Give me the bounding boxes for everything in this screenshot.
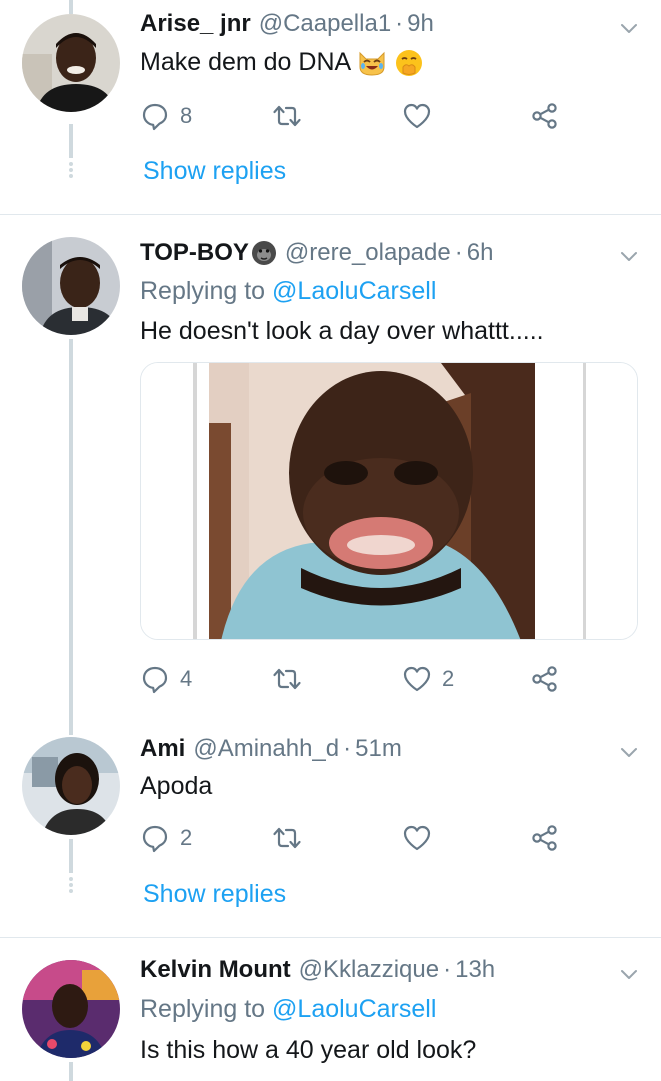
like-count: 2	[442, 666, 455, 691]
retweet-button[interactable]	[272, 818, 302, 858]
chevron-down-icon[interactable]	[619, 18, 639, 38]
thread-line	[69, 839, 73, 873]
like-button[interactable]	[402, 818, 432, 858]
thread-line	[69, 1062, 73, 1081]
reply-icon	[140, 823, 170, 853]
like-icon	[402, 101, 432, 131]
share-icon	[530, 823, 560, 853]
avatar[interactable]	[22, 737, 120, 835]
display-name[interactable]: Arise_ jnr	[140, 10, 251, 38]
media-image[interactable]	[141, 363, 638, 640]
user-handle[interactable]: @rere_olapade	[285, 239, 451, 267]
display-name[interactable]: Kelvin Mount	[140, 956, 291, 984]
mention-link[interactable]: @LaoluCarsell	[272, 995, 436, 1023]
replying-to-label: Replying to	[140, 995, 266, 1023]
tweet-text: Apoda	[140, 772, 213, 800]
tweet-kelvin-mount[interactable]: Kelvin Mount @Kklazzique · 13h Replying …	[0, 938, 661, 1081]
dot-separator: ·	[343, 735, 352, 762]
tweet-actions: 8	[140, 96, 570, 136]
retweet-button[interactable]	[272, 96, 302, 136]
like-button[interactable]: 2	[402, 659, 454, 699]
display-name[interactable]: TOP-BOY	[140, 239, 249, 267]
retweet-icon	[272, 101, 302, 131]
retweet-icon	[272, 823, 302, 853]
like-icon	[402, 823, 432, 853]
tweet-ami[interactable]: Ami @Aminahh_d · 51m Apoda 2 Show replie…	[0, 715, 661, 937]
avatar[interactable]	[22, 14, 120, 112]
replying-to: Replying to @LaoluCarsell	[140, 995, 436, 1024]
gorilla-emoji	[251, 241, 276, 265]
thread-line	[69, 124, 73, 158]
media-card[interactable]	[140, 362, 638, 640]
tweet-header: Arise_ jnr @Caapella1 · 9h	[140, 10, 611, 38]
share-icon	[530, 101, 560, 131]
reply-count: 4	[180, 666, 193, 691]
user-handle[interactable]: @Aminahh_d	[193, 735, 339, 763]
share-button[interactable]	[530, 818, 560, 858]
tweet-text: He doesn't look a day over whattt.....	[140, 317, 544, 345]
thread-line-top	[69, 0, 73, 14]
cat-joy-emoji	[359, 52, 385, 76]
share-button[interactable]	[530, 659, 560, 699]
thread-dots	[68, 875, 74, 895]
avatar[interactable]	[22, 960, 120, 1058]
thread-dots	[68, 160, 74, 180]
retweet-icon	[272, 664, 302, 694]
display-name[interactable]: Ami	[140, 735, 185, 763]
tweet-header: TOP-BOY @rere_olapade · 6h	[140, 239, 611, 267]
like-button[interactable]	[402, 96, 432, 136]
tweet-header: Kelvin Mount @Kklazzique · 13h	[140, 956, 611, 984]
chevron-down-icon[interactable]	[619, 742, 639, 762]
replying-to: Replying to @LaoluCarsell	[140, 277, 436, 306]
thread-line	[69, 339, 73, 715]
reply-icon	[140, 101, 170, 131]
tweet-header: Ami @Aminahh_d · 51m	[140, 735, 611, 763]
dot-separator: ·	[454, 239, 463, 266]
chevron-down-icon[interactable]	[619, 246, 639, 266]
timestamp[interactable]: 6h	[467, 239, 494, 267]
thread-line-top	[69, 715, 73, 735]
reply-button[interactable]: 2	[140, 818, 192, 858]
dot-separator: ·	[395, 10, 404, 37]
tweet-text-row: Make dem do DNA	[140, 48, 641, 78]
reply-icon	[140, 664, 170, 694]
reply-count: 8	[180, 103, 193, 128]
avatar[interactable]	[22, 237, 120, 335]
tweet-arise-jnr[interactable]: Arise_ jnr @Caapella1 · 9h Make dem do D…	[0, 0, 661, 214]
chevron-down-icon[interactable]	[619, 964, 639, 984]
tweet-actions: 2	[140, 818, 570, 858]
user-handle[interactable]: @Kklazzique	[299, 956, 439, 984]
share-icon	[530, 664, 560, 694]
like-icon	[402, 664, 432, 694]
timestamp[interactable]: 13h	[455, 956, 495, 984]
show-replies-link[interactable]: Show replies	[143, 157, 286, 186]
retweet-button[interactable]	[272, 659, 302, 699]
share-button[interactable]	[530, 96, 560, 136]
tweet-text: Is this how a 40 year old look?	[140, 1036, 477, 1064]
dot-separator: ·	[443, 956, 452, 983]
user-handle[interactable]: @Caapella1	[259, 10, 391, 38]
reply-button[interactable]: 8	[140, 96, 192, 136]
hand-over-mouth-emoji	[395, 50, 422, 77]
timestamp[interactable]: 51m	[355, 735, 402, 763]
replying-to-label: Replying to	[140, 277, 266, 305]
timestamp[interactable]: 9h	[407, 10, 434, 38]
mention-link[interactable]: @LaoluCarsell	[272, 277, 436, 305]
show-replies-link[interactable]: Show replies	[143, 880, 286, 909]
tweet-actions: 4 2	[140, 659, 570, 699]
reply-button[interactable]: 4	[140, 659, 192, 699]
reply-count: 2	[180, 825, 193, 850]
tweet-text: Make dem do DNA	[140, 48, 350, 76]
